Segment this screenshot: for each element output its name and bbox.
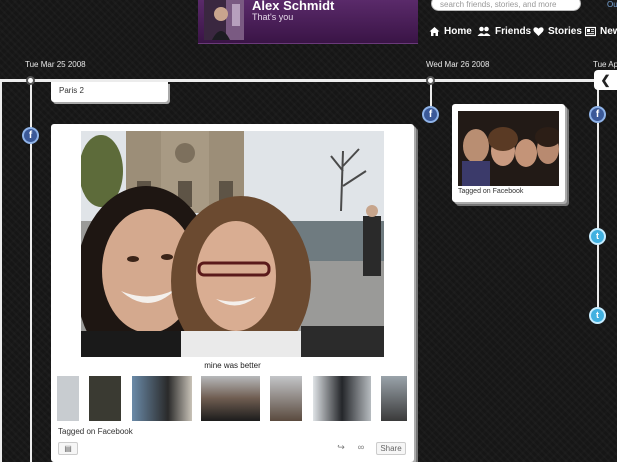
profile-avatar-image [204, 0, 244, 40]
story-card-main[interactable]: mine was better Tagged on Facebook ▤ ↪ ∞… [51, 124, 414, 462]
share-icon[interactable]: ↪ [334, 442, 348, 455]
photo-thumbnail[interactable] [270, 376, 302, 421]
photo-thumbnail[interactable] [313, 376, 371, 421]
facebook-badge[interactable]: f [589, 106, 606, 123]
twitter-badge[interactable]: t [589, 228, 606, 245]
timeline-prev-button[interactable]: ❮ [594, 70, 617, 90]
nav-news[interactable]: New [584, 26, 617, 37]
timeline-date: Tue Mar 25 2008 [25, 60, 86, 69]
nav-home[interactable]: Home [429, 26, 472, 37]
nav-stories-label: Stories [548, 26, 582, 37]
share-button[interactable]: Share [376, 442, 406, 455]
photo-caption: mine was better [204, 361, 261, 370]
timeline-branch [0, 80, 2, 462]
small-photo-image [458, 111, 559, 186]
nav-friends-label: Friends [495, 26, 532, 37]
friends-icon [477, 26, 491, 37]
tagged-label: Tagged on Facebook [458, 188, 524, 195]
photo-thumbnail[interactable] [57, 376, 79, 421]
home-icon [429, 26, 440, 37]
chevron-left-icon: ❮ [600, 73, 611, 87]
main-photo-image [81, 131, 384, 357]
nav-home-label: Home [444, 26, 472, 37]
photo-thumbnail[interactable] [381, 376, 407, 421]
news-icon [584, 26, 597, 37]
story-card-stub[interactable]: Paris 2 [51, 82, 168, 102]
main-photo[interactable] [81, 131, 384, 357]
photo-thumbnail[interactable] [132, 376, 192, 421]
timeline-date: Tue Ap [593, 60, 617, 69]
link-icon[interactable]: ∞ [354, 442, 368, 455]
story-card-small[interactable]: Tagged on Facebook [452, 104, 565, 202]
small-photo[interactable] [458, 111, 559, 186]
tagged-label: Tagged on Facebook [58, 427, 133, 436]
search-input[interactable]: search friends, stories, and more [431, 0, 581, 11]
comments-icon: ▤ [64, 444, 72, 453]
twitter-badge[interactable]: t [589, 307, 606, 324]
timeline-date: Wed Mar 26 2008 [426, 60, 490, 69]
timeline-node[interactable] [26, 76, 35, 85]
profile-avatar[interactable] [204, 0, 244, 40]
profile-subtitle: That's you [252, 12, 294, 22]
facebook-badge[interactable]: f [22, 127, 39, 144]
search-extra-link[interactable]: Ou [607, 0, 617, 9]
nav-stories[interactable]: Stories [533, 26, 582, 37]
timeline-node[interactable] [426, 76, 435, 85]
nav-friends[interactable]: Friends [477, 26, 531, 37]
profile-card[interactable]: Alex Schmidt That's you [198, 0, 418, 44]
photo-thumbnail[interactable] [201, 376, 260, 421]
heart-icon [533, 26, 544, 37]
facebook-badge[interactable]: f [422, 106, 439, 123]
stub-card-text: Paris 2 [59, 86, 84, 95]
photo-thumbnail[interactable] [89, 376, 121, 421]
nav-news-label: New [600, 26, 617, 37]
comments-button[interactable]: ▤ [58, 442, 78, 455]
